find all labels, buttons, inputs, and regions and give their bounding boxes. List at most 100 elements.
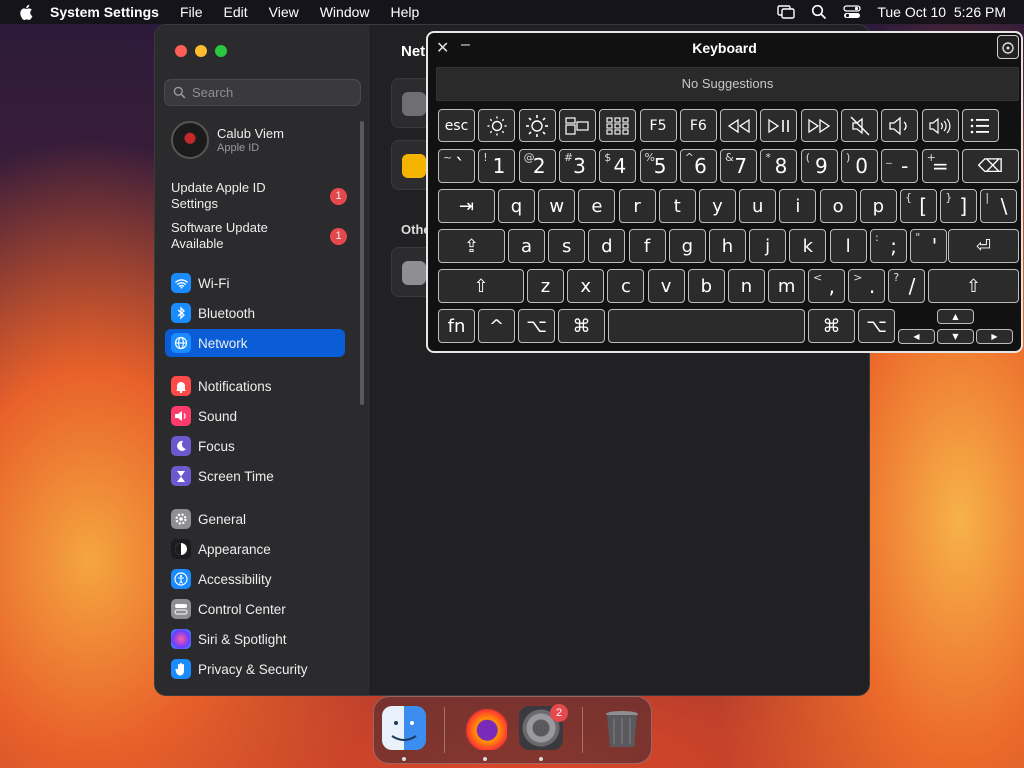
- arrow-left-key[interactable]: ◀: [898, 329, 935, 344]
- sidebar-item-wifi[interactable]: Wi-Fi: [165, 269, 345, 297]
- apple-id-profile[interactable]: Calub Viem Apple ID: [171, 121, 284, 159]
- key-o[interactable]: o: [819, 189, 857, 223]
- sidebar-item-screen-time[interactable]: Screen Time: [165, 462, 345, 490]
- keyboard-options-button[interactable]: [997, 35, 1019, 59]
- key--[interactable]: _ -: [881, 149, 919, 183]
- key-4[interactable]: $4: [599, 149, 637, 183]
- menu-file[interactable]: File: [180, 4, 203, 20]
- launchpad-key[interactable]: [599, 109, 637, 142]
- mission-control-key[interactable]: [558, 109, 596, 142]
- arrow-right-key[interactable]: ▶: [976, 329, 1013, 344]
- key-a[interactable]: a: [508, 229, 545, 263]
- update-apple-id-item[interactable]: Update Apple ID Settings 1: [171, 180, 351, 212]
- menu-list-key[interactable]: [961, 109, 999, 142]
- arrow-up-key[interactable]: ▲: [937, 309, 974, 324]
- fast-forward-key[interactable]: [800, 109, 838, 142]
- zoom-button[interactable]: [215, 45, 227, 57]
- arrow-down-key[interactable]: ▼: [937, 329, 974, 344]
- key-h[interactable]: h: [709, 229, 746, 263]
- key-6[interactable]: ^ 6: [679, 149, 717, 183]
- play-pause-key[interactable]: [760, 109, 798, 142]
- right-option-key[interactable]: ⌥: [858, 309, 895, 343]
- key-d[interactable]: d: [588, 229, 626, 263]
- right-command-key[interactable]: ⌘: [808, 309, 855, 343]
- search-input[interactable]: Search: [164, 79, 361, 106]
- key-q[interactable]: q: [498, 189, 535, 223]
- menu-edit[interactable]: Edit: [224, 4, 248, 20]
- key-2[interactable]: @2: [518, 149, 556, 183]
- volume-up-key[interactable]: [921, 109, 959, 142]
- sidebar-item-focus[interactable]: Focus: [165, 432, 345, 460]
- key-0[interactable]: ) 0: [841, 149, 878, 183]
- key-i[interactable]: i: [779, 189, 817, 223]
- key-slash[interactable]: ? /: [888, 269, 926, 303]
- brightness-down-key[interactable]: [478, 109, 516, 142]
- key-r[interactable]: r: [618, 189, 656, 223]
- apple-menu-icon[interactable]: [18, 3, 36, 21]
- delete-key[interactable]: ⌫: [962, 149, 1019, 183]
- finder-dock-icon[interactable]: [382, 706, 426, 750]
- sidebar-item-accessibility[interactable]: Accessibility: [165, 565, 345, 593]
- key-1[interactable]: ! 1: [478, 149, 516, 183]
- key-7[interactable]: & 7: [720, 149, 758, 183]
- key-[[interactable]: {[: [900, 189, 937, 223]
- key-][interactable]: }]: [940, 189, 978, 223]
- key-p[interactable]: p: [859, 189, 897, 223]
- key-backslash[interactable]: | \: [980, 189, 1018, 223]
- command-key[interactable]: ⌘: [558, 309, 605, 343]
- sidebar-item-sound[interactable]: Sound: [165, 402, 345, 430]
- control-key[interactable]: ^: [478, 309, 515, 343]
- minimize-button[interactable]: [195, 45, 207, 57]
- space-key[interactable]: [608, 309, 805, 343]
- rewind-key[interactable]: [720, 109, 758, 142]
- key-n[interactable]: n: [728, 269, 765, 303]
- sidebar-item-bluetooth[interactable]: Bluetooth: [165, 299, 345, 327]
- key-e[interactable]: e: [578, 189, 616, 223]
- key-k[interactable]: k: [789, 229, 827, 263]
- key-w[interactable]: w: [538, 189, 576, 223]
- sidebar-item-general[interactable]: General: [165, 505, 345, 533]
- key-f6[interactable]: F6: [679, 109, 717, 142]
- key-period[interactable]: >.: [848, 269, 886, 303]
- sidebar-item-notifications[interactable]: Notifications: [165, 372, 345, 400]
- sidebar-item-privacy-security[interactable]: Privacy & Security: [165, 655, 345, 683]
- caps-lock-key[interactable]: ⇪: [438, 229, 505, 263]
- key-g[interactable]: g: [668, 229, 706, 263]
- key-semicolon[interactable]: :;: [870, 229, 907, 263]
- tab-key[interactable]: ⇥: [438, 189, 495, 223]
- left-shift-key[interactable]: ⇧: [438, 269, 524, 303]
- key-y[interactable]: y: [699, 189, 736, 223]
- close-button[interactable]: [175, 45, 187, 57]
- key-`[interactable]: ~ `: [438, 149, 475, 183]
- key-quote[interactable]: " ': [910, 229, 948, 263]
- brightness-up-key[interactable]: [518, 109, 556, 142]
- firefox-dock-icon[interactable]: [463, 706, 507, 750]
- key-3[interactable]: #3: [558, 149, 596, 183]
- key-8[interactable]: * 8: [760, 149, 798, 183]
- volume-down-key[interactable]: [881, 109, 919, 142]
- menu-app-name[interactable]: System Settings: [50, 4, 159, 20]
- right-shift-key[interactable]: ⇧: [928, 269, 1019, 303]
- control-center-icon[interactable]: [843, 4, 861, 20]
- screen-mirroring-icon[interactable]: [777, 4, 796, 20]
- mute-key[interactable]: [841, 109, 878, 142]
- software-update-item[interactable]: Software Update Available 1: [171, 220, 351, 252]
- sidebar-item-network[interactable]: Network: [165, 329, 345, 357]
- sidebar-item-appearance[interactable]: Appearance: [165, 535, 345, 563]
- menu-window[interactable]: Window: [320, 4, 370, 20]
- key-s[interactable]: s: [548, 229, 586, 263]
- menu-view[interactable]: View: [269, 4, 299, 20]
- key-u[interactable]: u: [739, 189, 777, 223]
- key-v[interactable]: v: [647, 269, 685, 303]
- key-9[interactable]: (9: [800, 149, 838, 183]
- key-l[interactable]: l: [829, 229, 867, 263]
- trash-dock-icon[interactable]: [600, 706, 644, 750]
- sidebar-item-siri-spotlight[interactable]: Siri & Spotlight: [165, 625, 345, 653]
- menu-help[interactable]: Help: [391, 4, 420, 20]
- key-f5[interactable]: F5: [639, 109, 677, 142]
- key-comma[interactable]: <,: [808, 269, 845, 303]
- key-m[interactable]: m: [768, 269, 806, 303]
- key-esc[interactable]: esc: [438, 109, 475, 142]
- key-5[interactable]: % 5: [639, 149, 677, 183]
- spotlight-search-icon[interactable]: [811, 4, 827, 20]
